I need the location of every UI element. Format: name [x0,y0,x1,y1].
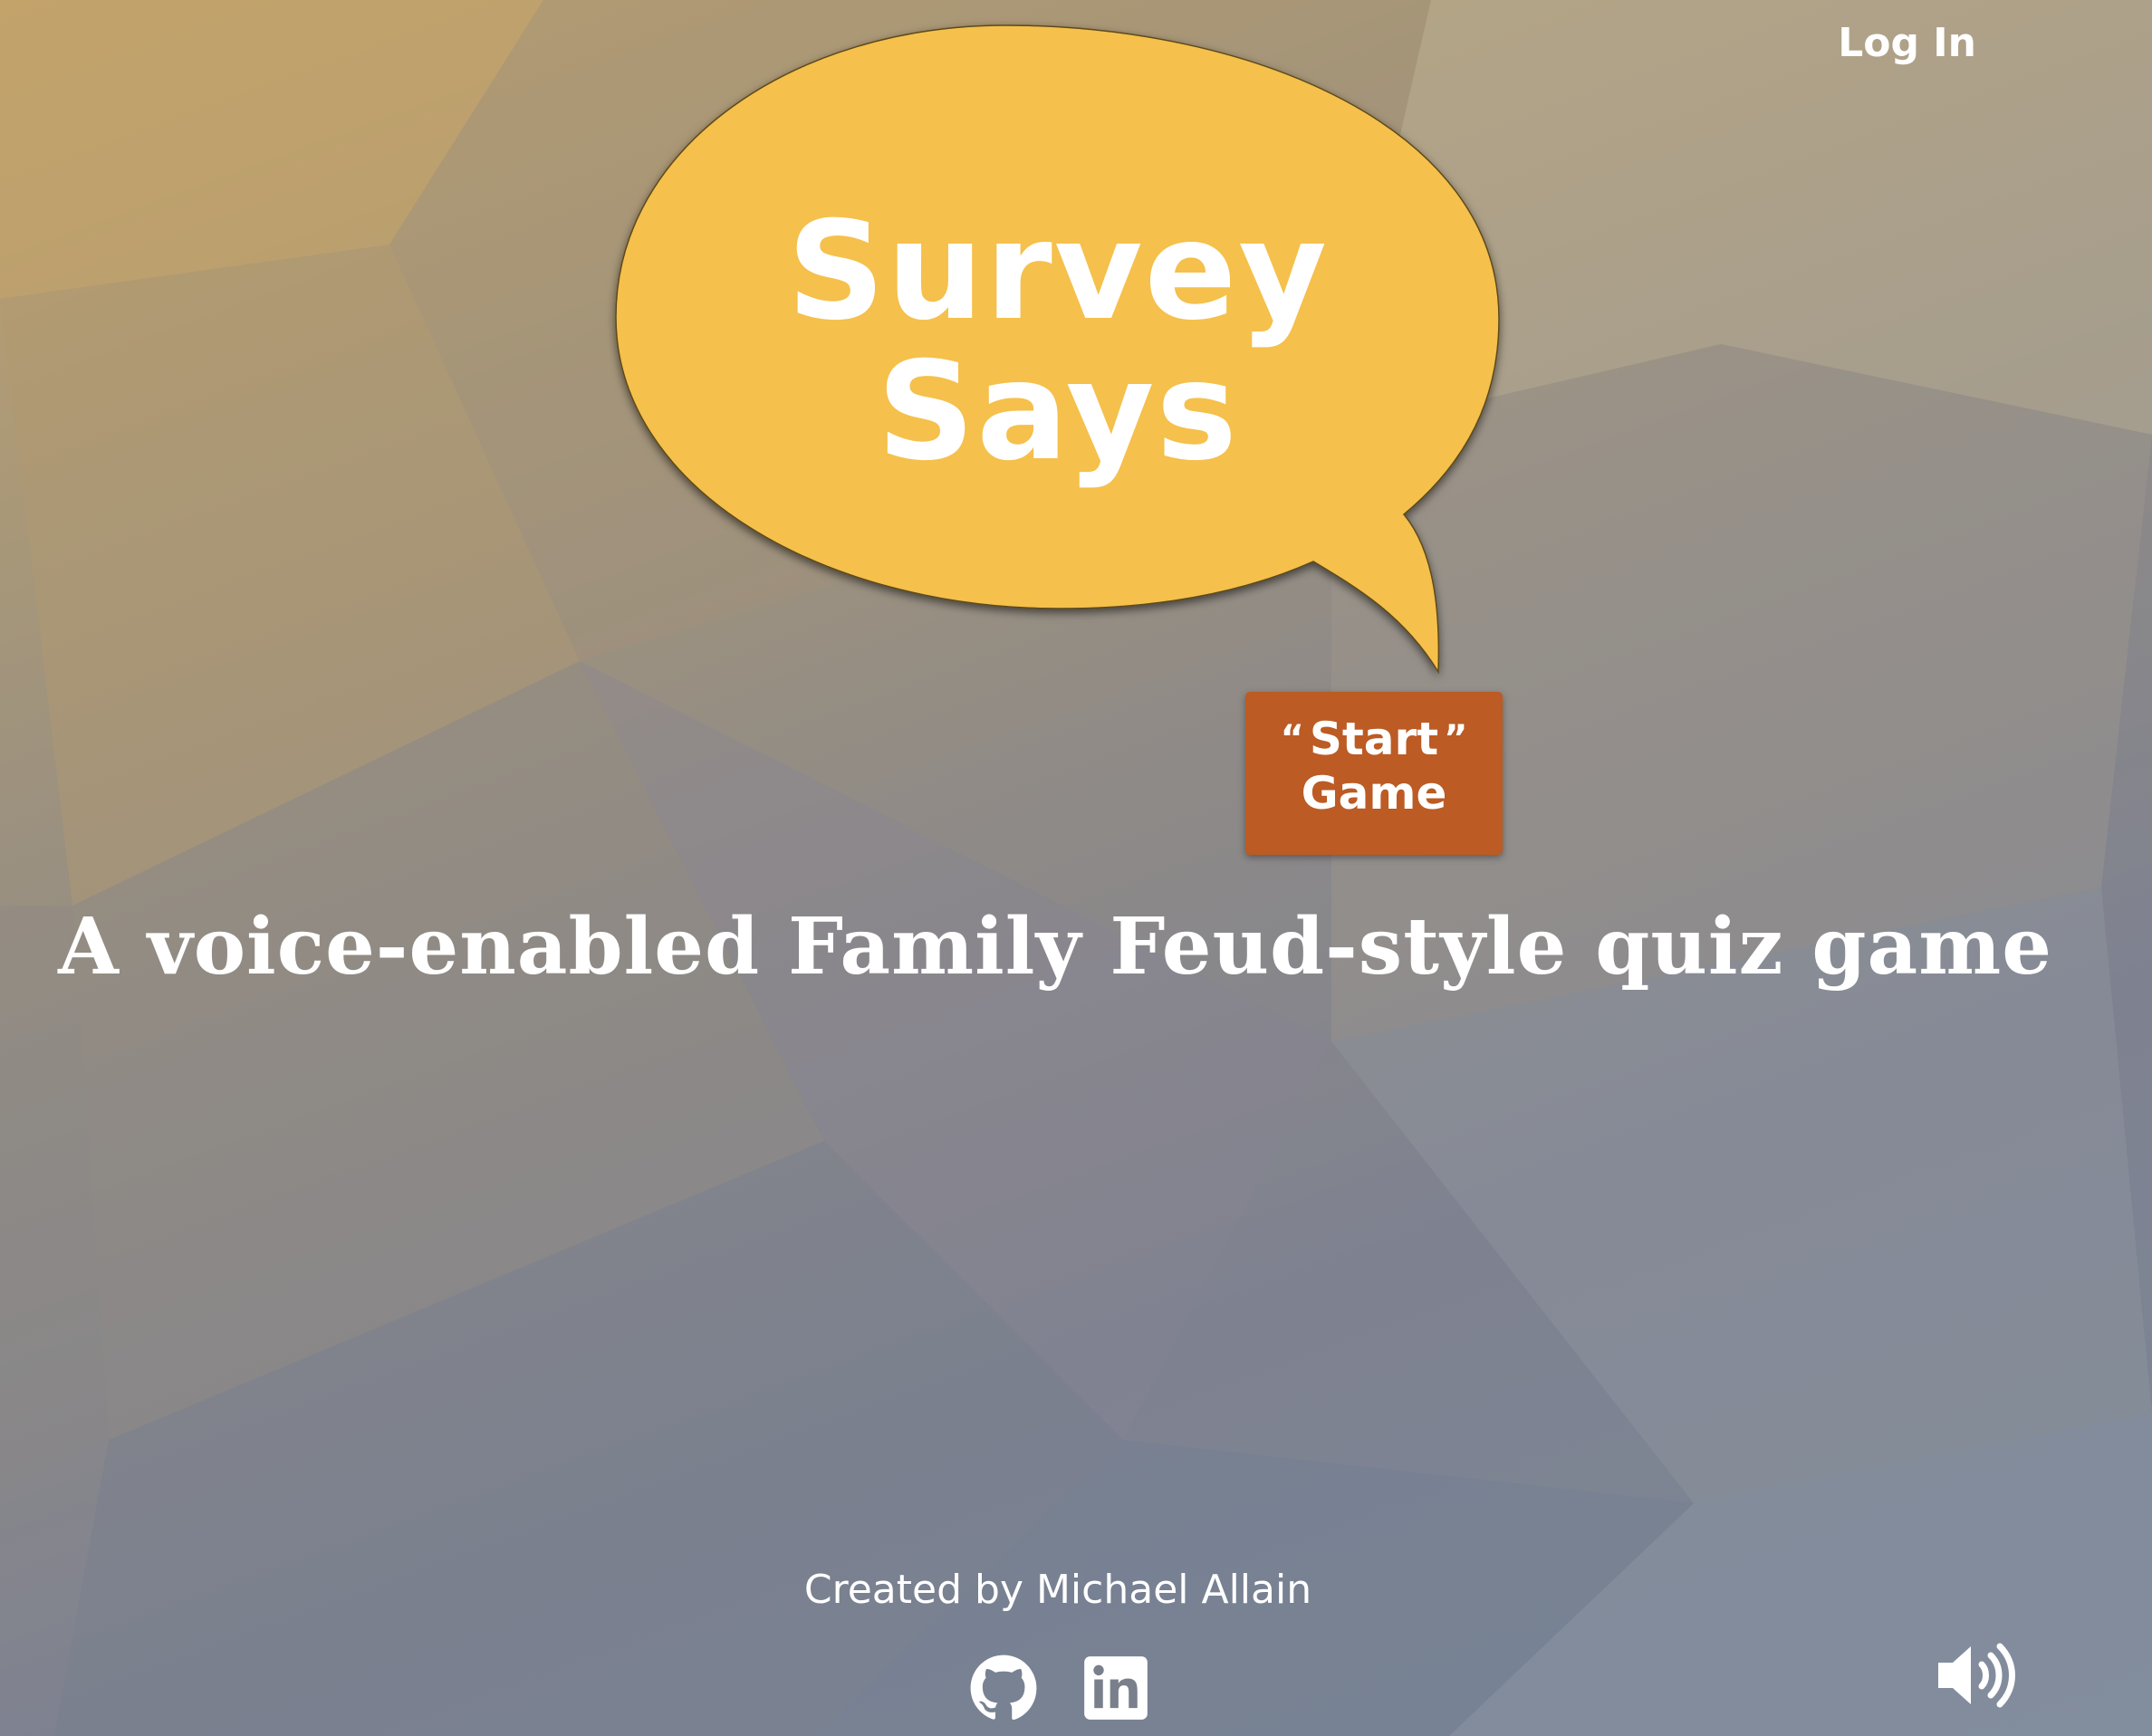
tagline-heading: A voice-enabled Family Feud-style quiz g… [58,901,2052,993]
speaker-volume-icon[interactable] [1935,1639,2018,1712]
login-link[interactable]: Log In [1838,16,1976,71]
logo-speech-bubble: Survey Says [598,18,1522,688]
logo-title-line-1: Survey [786,193,1330,350]
github-icon[interactable] [969,1654,1038,1722]
linkedin-icon[interactable] [1081,1654,1150,1722]
open-quote-mark: “ [1280,718,1304,760]
logo-title-line-2: Says [877,333,1239,491]
start-game-button[interactable]: “Start” Game [1245,692,1503,855]
close-quote-mark: ” [1444,718,1468,760]
start-word: Start [1309,713,1439,765]
game-word: Game [1301,767,1447,820]
author-credit: Created by Michael Allain [803,1567,1312,1613]
start-game-line-1: “Start” [1245,712,1503,766]
